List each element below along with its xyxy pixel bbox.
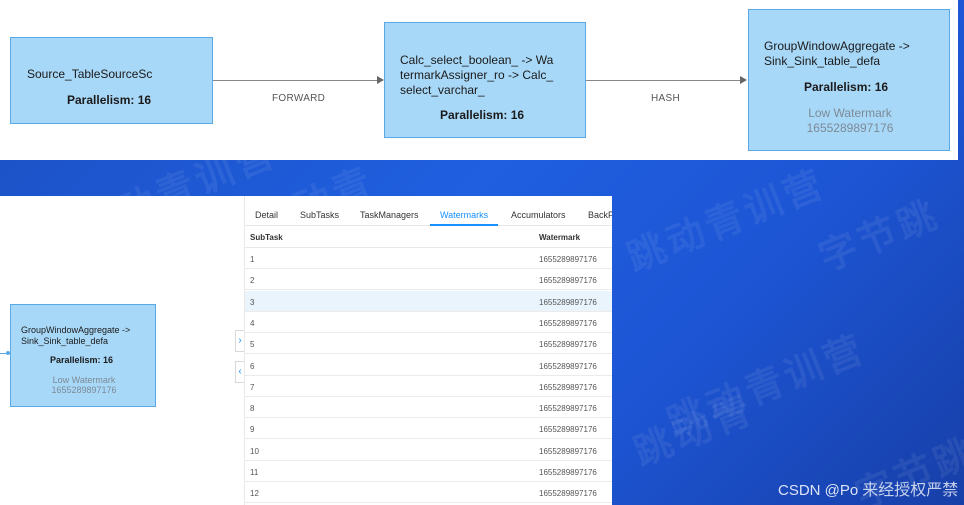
footer-credit: CSDN @Po 来经授权严禁 (778, 482, 959, 499)
detail-tabs: Detail SubTasks TaskManagers Watermarks … (245, 196, 612, 226)
arrow-right-icon (377, 76, 384, 84)
chevron-right-icon: › (238, 335, 242, 346)
cell-watermark: 1655289897176 (539, 361, 597, 371)
dag-node-aggregate[interactable]: GroupWindowAggregate -> Sink_Sink_table_… (10, 304, 156, 407)
column-header-watermark[interactable]: Watermark (539, 233, 580, 242)
cell-subtask: 2 (250, 276, 255, 286)
cell-subtask: 1 (250, 255, 255, 264)
node-label-line: GroupWindowAggregate -> (21, 325, 131, 335)
node-watermark-label: Low Watermark (52, 375, 116, 385)
table-row[interactable]: 12 1655289897176 (245, 482, 612, 504)
node-label-line: Calc_select_boolean_ -> Wa (400, 53, 554, 67)
node-label-line: termarkAssigner_ro -> Calc_ (400, 68, 554, 82)
table-row[interactable]: 10 1655289897176 (245, 440, 612, 461)
cell-watermark: 1655289897176 (539, 446, 597, 456)
watermark-text: 字节跳 (813, 193, 946, 280)
cell-watermark: 1655289897176 (539, 340, 597, 350)
node-watermark-label: Low Watermark (808, 106, 892, 120)
job-graph-canvas-mini[interactable]: GroupWindowAggregate -> Sink_Sink_table_… (0, 196, 244, 505)
cell-subtask: 3 (250, 297, 255, 307)
watermark-text: 跳动青训营 (661, 327, 872, 446)
cell-watermark: 1655289897176 (539, 382, 597, 392)
cell-subtask: 5 (250, 340, 255, 350)
table-row[interactable]: 3 1655289897176 (245, 290, 612, 312)
job-graph-canvas[interactable]: Source_TableSourceSc Parallelism: 16 FOR… (0, 0, 958, 160)
table-row[interactable]: 6 1655289897176 (245, 355, 612, 376)
cell-subtask: 7 (250, 382, 255, 392)
table-row[interactable]: 4 1655289897176 (245, 312, 612, 333)
cell-watermark: 1655289897176 (539, 468, 597, 477)
cell-watermark: 1655289897176 (539, 489, 597, 499)
cell-watermark: 1655289897176 (539, 425, 597, 435)
node-parallelism: Parallelism: 16 (804, 80, 889, 94)
table-row[interactable]: 9 1655289897176 (245, 418, 612, 440)
cell-subtask: 8 (250, 404, 255, 414)
node-label-line: Sink_Sink_table_defa (764, 54, 881, 68)
tab-taskmanagers[interactable]: TaskManagers (360, 196, 419, 226)
cell-subtask: 4 (250, 318, 255, 328)
tab-backpressure[interactable]: BackP (588, 196, 612, 226)
cell-subtask: 11 (250, 468, 259, 477)
edge-label: HASH (651, 93, 680, 104)
table-row[interactable]: 1 1655289897176 (245, 248, 612, 269)
chevron-left-icon: ‹ (238, 366, 242, 377)
cell-watermark: 1655289897176 (539, 255, 597, 264)
cell-subtask: 9 (250, 425, 255, 435)
tab-accumulators[interactable]: Accumulators (511, 196, 566, 226)
dag-node-source[interactable]: Source_TableSourceSc Parallelism: 16 (10, 37, 213, 124)
node-watermark-value: 1655289897176 (51, 385, 117, 395)
tab-detail[interactable]: Detail (255, 196, 278, 226)
table-header: SubTask Watermark (245, 226, 612, 248)
node-parallelism: Parallelism: 16 (440, 108, 525, 122)
dag-edge-forward (213, 80, 377, 81)
node-label-line: GroupWindowAggregate -> (764, 39, 910, 53)
cell-subtask: 10 (250, 446, 259, 456)
column-header-subtask[interactable]: SubTask (250, 233, 283, 242)
cell-watermark: 1655289897176 (539, 404, 597, 414)
node-parallelism: Parallelism: 16 (50, 355, 114, 365)
node-label-line: Sink_Sink_table_defa (21, 336, 109, 346)
watermark-text: 跳动青 (628, 388, 761, 475)
arrow-right-icon (740, 76, 747, 84)
cell-watermark: 1655289897176 (539, 297, 597, 307)
table-row[interactable]: 7 1655289897176 (245, 376, 612, 397)
cell-watermark: 1655289897176 (539, 276, 597, 286)
vertex-detail-panel: Detail SubTasks TaskManagers Watermarks … (244, 196, 612, 505)
table-row[interactable]: 5 1655289897176 (245, 333, 612, 355)
dag-node-calc[interactable]: Calc_select_boolean_ -> Wa termarkAssign… (384, 22, 586, 138)
tab-watermarks[interactable]: Watermarks (440, 196, 488, 226)
node-label-line: select_varchar_ (400, 83, 485, 97)
tab-subtasks[interactable]: SubTasks (300, 196, 339, 226)
node-parallelism: Parallelism: 16 (67, 93, 152, 107)
node-label: Source_TableSourceSc (27, 67, 153, 81)
table-row[interactable]: 2 1655289897176 (245, 269, 612, 291)
table-row[interactable]: 11 1655289897176 (245, 461, 612, 482)
watermark-text: 跳动青训营 (621, 162, 832, 281)
table-row[interactable]: 8 1655289897176 (245, 397, 612, 419)
cell-subtask: 12 (250, 489, 259, 499)
cell-watermark: 1655289897176 (539, 318, 597, 328)
edge-label: FORWARD (272, 93, 326, 104)
node-watermark-value: 1655289897176 (806, 121, 894, 135)
dag-node-aggregate[interactable]: GroupWindowAggregate -> Sink_Sink_table_… (748, 9, 950, 151)
cell-subtask: 6 (250, 361, 255, 371)
dag-edge-hash (586, 80, 740, 81)
